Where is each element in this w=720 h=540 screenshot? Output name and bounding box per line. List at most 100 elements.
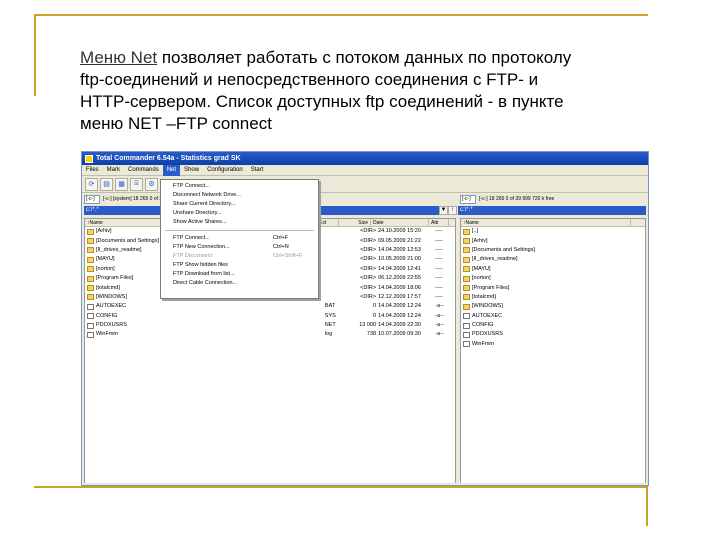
file-row[interactable]: [totalcmd] — [461, 293, 645, 302]
right-file-panel[interactable]: ↑Name [..] [Arhiv] [Documents and Settings… — [460, 218, 646, 484]
file-row[interactable]: CONFIG — [461, 321, 645, 330]
menu-item-label: Show Active Shares... — [173, 219, 227, 225]
menu-bar: Files Mark Commands Net Show Configuration Sta… — [82, 164, 648, 176]
file-attr: -a-- — [435, 312, 444, 319]
menu-commands[interactable]: Commands — [124, 165, 163, 176]
net-menu-item[interactable]: FTP Connect... — [161, 182, 318, 191]
folder-icon — [463, 294, 470, 301]
file-row[interactable]: PDOXUSRS — [461, 330, 645, 339]
net-menu-item[interactable]: FTP New Connection... Ctrl+N — [161, 243, 318, 252]
view-brief-icon[interactable]: ▤ — [100, 177, 113, 191]
folder-icon — [87, 285, 94, 292]
file-date: 14.04.2009 12:24 — [378, 312, 421, 319]
go-up-icon[interactable]: ↑ — [448, 206, 457, 215]
file-date: 10.07.2009 09:30 — [378, 331, 421, 338]
file-date: 14.04.2009 12:24 — [378, 303, 421, 310]
menu-item-label: Unshare Directory... — [173, 210, 222, 216]
menu-item-label: FTP Show hidden files — [173, 262, 228, 268]
menu-mark[interactable]: Mark — [103, 165, 124, 176]
file-date: 14.04.2009 12:41 — [378, 265, 421, 272]
file-row[interactable]: [norton] — [461, 274, 645, 283]
menu-item-label: FTP Connect... — [173, 183, 210, 189]
menu-files[interactable]: Files — [82, 165, 103, 176]
folder-icon — [463, 303, 470, 310]
folder-icon — [87, 266, 94, 273]
menu-item-label: Share Current Directory... — [173, 201, 236, 207]
right-drive-select[interactable]: [-c-] — [460, 194, 476, 204]
file-date: 14.04.2009 12:53 — [378, 246, 421, 253]
file-row[interactable]: [II_drives_readme] — [461, 255, 645, 264]
refresh-icon[interactable]: ⟳ — [85, 177, 98, 191]
file-row[interactable]: [Arhiv] — [461, 236, 645, 245]
column-size[interactable]: Size — [339, 219, 371, 226]
file-size: <DIR> — [360, 293, 377, 300]
file-name: PDOXUSRS — [472, 331, 503, 338]
column-date[interactable]: Date — [371, 219, 429, 226]
file-name: WinFmm — [472, 340, 494, 347]
menu-configuration[interactable]: Configuration — [203, 165, 247, 176]
file-row[interactable]: [Program Files] — [461, 283, 645, 292]
slide-line-1: позволяет работать с потоком данных по п… — [157, 48, 572, 67]
file-row[interactable]: [Documents and Settings] — [461, 246, 645, 255]
column-name[interactable]: ↑Name — [461, 219, 631, 226]
file-icon — [463, 341, 470, 348]
net-menu-item[interactable]: Show Active Shares... — [161, 218, 318, 227]
folder-icon — [463, 285, 470, 292]
folder-icon — [463, 266, 470, 273]
left-drive-select[interactable]: [-c-] — [84, 194, 100, 204]
menu-net[interactable]: Net — [162, 164, 181, 176]
net-menu-item[interactable]: Unshare Directory... — [161, 209, 318, 218]
right-drive-info: [-c-] 18 265 0 of 39 999 720 k free — [479, 196, 555, 202]
folder-icon — [87, 256, 94, 263]
column-attr[interactable]: Attr — [429, 219, 449, 226]
file-row[interactable]: [WINDOWS] — [461, 302, 645, 311]
net-menu-item[interactable]: Direct Cable Connection... — [161, 279, 318, 288]
file-name: WinFmm — [96, 331, 118, 338]
history-dropdown-icon[interactable]: ▼ — [439, 206, 448, 215]
net-menu-item[interactable]: Disconnect Network Drive... — [161, 191, 318, 200]
net-menu-item[interactable]: FTP Connect... Ctrl+F — [161, 234, 318, 243]
file-size: <DIR> — [360, 246, 377, 253]
net-menu-item[interactable]: FTP Show hidden files — [161, 261, 318, 270]
slide-vertical-rule — [34, 14, 36, 96]
file-icon — [87, 303, 94, 310]
net-menu-item: FTP Disconnect Ctrl+Shift+F — [161, 252, 318, 261]
folder-icon — [87, 238, 94, 245]
file-name: PDOXUSRS — [96, 322, 127, 329]
file-size: 13 000 — [359, 322, 377, 329]
extra-icon[interactable]: ⚙ — [145, 177, 158, 191]
file-row[interactable]: WinFmm — [461, 340, 645, 349]
file-row[interactable]: PDOXUSRS NET 13 000 14.04.2009 22:30 -a-- — [85, 321, 455, 330]
file-attr: ---- — [435, 237, 443, 244]
title-bar[interactable]: Total Commander 6.54a - Statistics grad … — [82, 152, 648, 165]
file-row[interactable]: [..] — [461, 227, 645, 236]
view-full-icon[interactable]: ▦ — [115, 177, 128, 191]
menu-start[interactable]: Start — [247, 165, 268, 176]
file-size: <DIR> — [360, 275, 377, 282]
file-row[interactable]: CONFIG SYS 0 14.04.2009 12:24 -a-- — [85, 312, 455, 321]
file-attr: ---- — [435, 284, 443, 291]
file-size: 0 — [373, 312, 377, 319]
menu-show[interactable]: Show — [180, 165, 203, 176]
net-menu-item[interactable]: FTP Download from list... — [161, 270, 318, 279]
file-ext: BAT — [324, 303, 336, 310]
file-row[interactable]: WinFmm log 738 10.07.2009 09:30 -a-- — [85, 330, 455, 339]
net-menu-item[interactable]: Share Current Directory... — [161, 200, 318, 209]
tree-icon[interactable]: ⌸ — [130, 177, 143, 191]
file-icon — [463, 331, 470, 338]
right-column-headers: ↑Name — [461, 219, 645, 227]
file-name: [II_drives_readme] — [472, 256, 518, 263]
folder-icon — [463, 228, 470, 235]
file-row[interactable]: [MAYU] — [461, 265, 645, 274]
slide-line-2: ftp-соединений и непосредственного соеди… — [80, 70, 539, 89]
file-ext: SYS — [324, 312, 336, 319]
column-ext[interactable]: Ext — [317, 219, 339, 226]
file-size: 738 — [366, 331, 377, 338]
file-attr: ---- — [435, 256, 443, 263]
file-row[interactable]: AUTOEXEC — [461, 312, 645, 321]
folder-icon — [87, 247, 94, 254]
file-attr: ---- — [435, 228, 443, 235]
menu-item-label: FTP Disconnect — [173, 253, 213, 259]
file-row[interactable]: AUTOEXEC BAT 0 14.04.2009 12:24 -a-- — [85, 302, 455, 311]
file-icon — [463, 322, 470, 329]
